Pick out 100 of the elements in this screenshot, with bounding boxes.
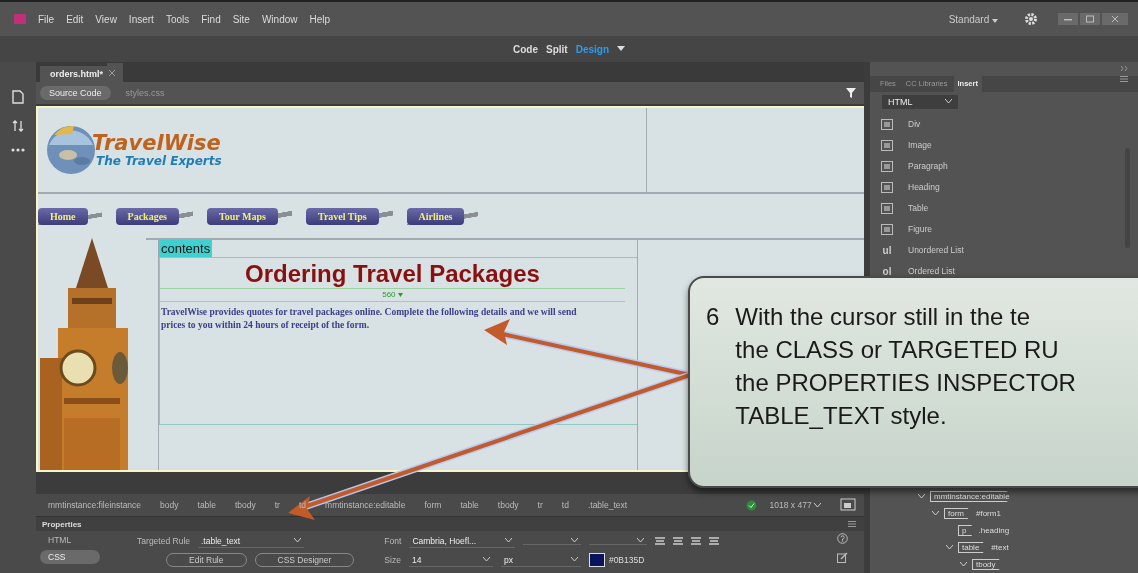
nav-button[interactable]: Packages <box>115 207 179 225</box>
settings-icon[interactable] <box>1024 12 1038 26</box>
align-icon[interactable] <box>691 536 702 546</box>
expand-caret-icon[interactable] <box>932 511 939 516</box>
size-dropdown[interactable]: 14 <box>408 553 493 567</box>
logo-tagline: The Travel Experts <box>96 153 222 168</box>
caret-icon[interactable] <box>617 46 625 52</box>
menu-item[interactable]: Help <box>309 13 331 25</box>
element-icon <box>881 160 893 172</box>
insert-item[interactable]: Unordered List <box>908 245 964 256</box>
nav-button[interactable]: Travel Tips <box>305 207 379 225</box>
file-icon[interactable] <box>12 90 24 104</box>
element-icon <box>881 202 893 214</box>
nav-button[interactable]: Tour Maps <box>207 207 278 225</box>
align-icon[interactable] <box>655 536 666 546</box>
menu-item[interactable]: Tools <box>165 13 190 25</box>
font-dropdown[interactable]: Cambria, Hoefl... <box>409 534 516 548</box>
dom-tag[interactable]: table <box>958 542 987 553</box>
color-swatch[interactable] <box>588 553 605 567</box>
expand-caret-icon[interactable] <box>960 562 967 567</box>
caret-icon <box>482 557 490 562</box>
insert-item[interactable]: Div <box>908 119 921 130</box>
menu-icon[interactable] <box>848 521 856 527</box>
menu-item[interactable]: Find <box>201 13 221 25</box>
callout-text: the PROPERTIES INSPECTOR <box>735 368 1076 398</box>
collapse-icon[interactable] <box>1121 66 1128 72</box>
related-file-tab[interactable]: Source Code <box>40 86 111 100</box>
menu-item[interactable]: Site <box>232 13 250 25</box>
window-size-dropdown[interactable]: 1018 x 477 <box>769 500 821 510</box>
expand-caret-icon[interactable] <box>946 545 953 550</box>
more-icon[interactable] <box>11 148 25 152</box>
element-icon <box>881 223 893 235</box>
menu-item[interactable]: View <box>95 13 117 25</box>
dom-selector: #text <box>991 543 1009 552</box>
tag-selector-item[interactable]: mmtinstance:fileinstance <box>48 500 142 510</box>
dom-tag[interactable]: p <box>958 525 974 536</box>
preview-icon[interactable] <box>840 498 856 512</box>
tag-selector-item[interactable]: body <box>160 500 179 510</box>
element-icon <box>881 118 893 130</box>
field-label: Targeted Rule <box>136 536 190 546</box>
tag-selector-item[interactable]: tr <box>274 500 280 510</box>
tag-selector-item[interactable]: .table_text <box>587 500 628 510</box>
document-tab[interactable]: orders.html* <box>40 66 107 82</box>
insert-item[interactable]: Heading <box>908 182 940 193</box>
expand-caret-icon[interactable] <box>918 494 925 499</box>
app-logo-icon <box>14 14 26 24</box>
insert-item[interactable]: Paragraph <box>908 161 948 172</box>
menu-item[interactable]: Window <box>261 13 298 25</box>
insert-item[interactable]: Figure <box>908 224 933 235</box>
category-dropdown[interactable]: HTML <box>882 94 958 109</box>
minimize-icon[interactable] <box>1058 13 1078 25</box>
insert-item[interactable]: Image <box>908 140 932 151</box>
caret-icon <box>637 538 645 543</box>
mode-button[interactable]: CSS <box>40 550 100 564</box>
edit-icon[interactable] <box>837 552 848 563</box>
callout-text: the CLASS or TARGETED RU <box>735 335 1060 365</box>
targeted-rule-dropdown[interactable]: .table_text <box>198 534 304 548</box>
logo-title: TravelWise <box>92 132 222 154</box>
caret-icon <box>570 557 578 562</box>
color-value[interactable]: #0B135D <box>608 555 645 565</box>
insert-item[interactable]: Ordered List <box>908 266 955 277</box>
tag-selector-item[interactable]: tr <box>537 500 543 510</box>
filter-icon[interactable] <box>846 88 856 98</box>
align-icon[interactable] <box>673 536 684 546</box>
field-label: Font <box>384 536 402 546</box>
caret-icon <box>571 538 579 543</box>
tag-selector-item[interactable]: table <box>460 500 479 510</box>
caret-icon <box>945 99 952 105</box>
tag-selector-item[interactable]: mmtinstance:editable <box>325 500 406 510</box>
menu-item[interactable]: Edit <box>66 13 84 25</box>
page-heading: Ordering Travel Packages <box>244 260 541 288</box>
view-mode-tab[interactable]: Code <box>513 43 538 55</box>
help-icon[interactable] <box>837 533 848 544</box>
sort-arrows-icon[interactable] <box>12 120 24 132</box>
maximize-icon[interactable] <box>1080 13 1100 25</box>
dom-tag[interactable]: tbody <box>972 559 1003 570</box>
callout-text: TABLE_TEXT style. <box>735 401 948 431</box>
dom-tag[interactable]: form <box>944 508 971 519</box>
nav-button[interactable]: Airlines <box>406 207 465 225</box>
tag-selector-item[interactable]: table <box>197 500 216 510</box>
list-glyph: ol <box>882 265 892 277</box>
menu-icon[interactable] <box>1120 75 1128 82</box>
view-mode-tab[interactable]: Split <box>546 43 568 55</box>
menu-item[interactable]: File <box>38 13 55 25</box>
close-icon[interactable] <box>1102 13 1128 25</box>
menu-item[interactable]: Insert <box>128 13 154 25</box>
nav-button[interactable]: Home <box>38 207 88 225</box>
paragraph: TravelWise provides quotes for travel packages online. Complete the following details and we will send prices to you within 24 hours of receipt of the form. <box>160 306 578 332</box>
callout-text: With the cursor still in the te <box>735 302 1032 332</box>
tag-selector-item[interactable]: tbody <box>497 500 519 510</box>
tag-selector-item[interactable]: td <box>561 500 569 510</box>
workspace-dropdown[interactable]: Standard <box>948 13 998 25</box>
view-mode-tab[interactable]: Design <box>575 43 609 55</box>
unit-dropdown[interactable]: px <box>500 553 581 567</box>
insert-item[interactable]: Table <box>908 203 929 214</box>
tag-selector-item[interactable]: tbody <box>234 500 256 510</box>
element-icon <box>881 181 893 193</box>
mode-button[interactable]: HTML <box>40 533 100 547</box>
align-icon[interactable] <box>709 536 720 546</box>
tag-selector-item[interactable]: form <box>424 500 442 510</box>
